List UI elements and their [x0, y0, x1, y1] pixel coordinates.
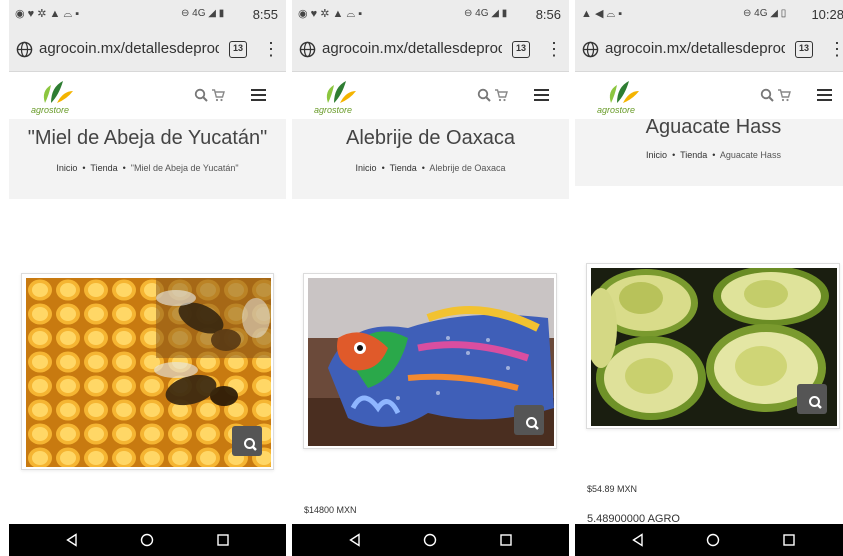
notification-icons: ◉ ♥ ✲ ▲ ⌓ ▪ — [15, 8, 80, 20]
site-header: agrostore — [292, 73, 569, 119]
overflow-menu-icon[interactable]: ⋮ — [262, 39, 280, 59]
screenshot-composite: ◉ ♥ ✲ ▲ ⌓ ▪ ⊖ 4G ◢ ▮ 8:55 agrocoin.mx/de… — [0, 0, 843, 556]
zoom-icon — [244, 438, 257, 451]
page-title-banner: "Miel de Abeja de Yucatán" Inicio • Tien… — [9, 119, 286, 199]
recents-square-icon[interactable] — [216, 533, 230, 547]
hamburger-icon[interactable] — [251, 89, 266, 102]
site-header: agrostore — [9, 73, 286, 119]
status-bar: ▲ ◀ ⌓ ▪ ⊖ 4G ◢ ▯ 10:28 — [575, 0, 843, 28]
back-triangle-icon[interactable] — [65, 533, 79, 547]
phone-screen-aguacate: ▲ ◀ ⌓ ▪ ⊖ 4G ◢ ▯ 10:28 agrocoin.mx/detal… — [575, 0, 843, 556]
globe-icon — [299, 41, 316, 58]
tab-switcher-icon[interactable]: 13 — [512, 41, 530, 58]
breadcrumb: Inicio • Tienda • Alebrije de Oaxaca — [355, 163, 506, 173]
search-icon[interactable] — [760, 88, 774, 102]
signal-icons: ⊖ 4G ◢ ▮ — [464, 8, 508, 19]
search-icon[interactable] — [477, 88, 491, 102]
globe-icon — [582, 41, 599, 58]
product-image-card[interactable] — [303, 273, 557, 449]
network-type: 4G — [475, 8, 489, 19]
status-time: 8:55 — [252, 7, 278, 22]
agrostore-logo[interactable]: agrostore — [314, 79, 366, 115]
recents-square-icon[interactable] — [499, 533, 513, 547]
status-time: 8:56 — [535, 7, 561, 22]
hamburger-icon[interactable] — [817, 89, 832, 102]
site-header: agrostore — [575, 73, 843, 119]
phone-screen-alebrije: ◉ ♥ ✲ ▲ ⌓ ▪ ⊖ 4G ◢ ▮ 8:56 agrocoin.mx/de… — [292, 0, 569, 556]
tab-switcher-icon[interactable]: 13 — [795, 41, 813, 58]
home-circle-icon[interactable] — [140, 533, 154, 547]
zoom-button[interactable] — [797, 384, 827, 414]
system-navigation-bar — [575, 524, 843, 556]
page-title-banner: Alebrije de Oaxaca Inicio • Tienda • Ale… — [292, 119, 569, 199]
product-image-card[interactable] — [586, 263, 840, 429]
breadcrumb-home[interactable]: Inicio — [356, 163, 377, 173]
network-type: 4G — [754, 8, 768, 19]
breadcrumb: Inicio • Tienda • Aguacate Hass — [646, 150, 781, 160]
breadcrumb-home[interactable]: Inicio — [646, 150, 667, 160]
breadcrumb-home[interactable]: Inicio — [56, 163, 77, 173]
search-icon[interactable] — [194, 88, 208, 102]
page-title: Aguacate Hass — [645, 116, 782, 138]
back-triangle-icon[interactable] — [348, 533, 362, 547]
zoom-icon — [809, 396, 822, 409]
zoom-button[interactable] — [232, 426, 262, 456]
logo-text: agrostore — [597, 105, 636, 115]
home-circle-icon[interactable] — [706, 533, 720, 547]
page-title: Alebrije de Oaxaca — [346, 127, 515, 149]
browser-address-bar[interactable]: agrocoin.mx/detallesdeprod 13 ⋮ — [9, 28, 286, 72]
breadcrumb-current: "Miel de Abeja de Yucatán" — [130, 163, 239, 173]
breadcrumb-shop[interactable]: Tienda — [390, 163, 417, 173]
browser-address-bar[interactable]: agrocoin.mx/detallesdeprod 13 ⋮ — [292, 28, 569, 72]
zoom-button[interactable] — [514, 405, 544, 435]
signal-icons: ⊖ 4G ◢ ▯ — [743, 8, 787, 19]
price-mxn: $54.89 MXN — [587, 484, 638, 494]
notification-icons: ◉ ♥ ✲ ▲ ⌓ ▪ — [298, 8, 363, 20]
network-type: 4G — [192, 8, 206, 19]
notification-icons: ▲ ◀ ⌓ ▪ — [581, 8, 623, 20]
status-bar: ◉ ♥ ✲ ▲ ⌓ ▪ ⊖ 4G ◢ ▮ 8:55 — [9, 0, 286, 28]
breadcrumb-current: Alebrije de Oaxaca — [429, 163, 506, 173]
browser-address-bar[interactable]: agrocoin.mx/detallesdeprod 13 ⋮ — [575, 28, 843, 72]
home-circle-icon[interactable] — [423, 533, 437, 547]
overflow-menu-icon[interactable]: ⋮ — [545, 39, 563, 59]
globe-icon — [16, 41, 33, 58]
product-image-card[interactable] — [21, 273, 274, 470]
cart-icon[interactable] — [777, 88, 791, 102]
cart-icon[interactable] — [211, 88, 225, 102]
status-time: 10:28 — [811, 7, 843, 22]
page-title: "Miel de Abeja de Yucatán" — [27, 127, 268, 149]
hamburger-icon[interactable] — [534, 89, 549, 102]
agrostore-logo[interactable]: agrostore — [597, 79, 649, 115]
logo-text: agrostore — [31, 105, 70, 115]
cart-icon[interactable] — [494, 88, 508, 102]
back-triangle-icon[interactable] — [631, 533, 645, 547]
breadcrumb: Inicio • Tienda • "Miel de Abeja de Yuca… — [56, 163, 239, 173]
leaf-logo-icon — [43, 81, 73, 103]
url-text[interactable]: agrocoin.mx/detallesdeprod — [605, 40, 785, 57]
system-navigation-bar — [9, 524, 286, 556]
recents-square-icon[interactable] — [782, 533, 796, 547]
breadcrumb-current: Aguacate Hass — [719, 150, 781, 160]
status-bar: ◉ ♥ ✲ ▲ ⌓ ▪ ⊖ 4G ◢ ▮ 8:56 — [292, 0, 569, 28]
price-mxn: $14800 MXN — [304, 505, 357, 515]
url-text[interactable]: agrocoin.mx/detallesdeprod — [39, 40, 219, 57]
system-navigation-bar — [292, 524, 569, 556]
breadcrumb-shop[interactable]: Tienda — [90, 163, 117, 173]
url-text[interactable]: agrocoin.mx/detallesdeprod — [322, 40, 502, 57]
overflow-menu-icon[interactable]: ⋮ — [828, 39, 843, 59]
page-title-banner: Aguacate Hass Inicio • Tienda • Aguacate… — [575, 116, 843, 186]
agrostore-logo[interactable]: agrostore — [31, 79, 83, 115]
breadcrumb-shop[interactable]: Tienda — [680, 150, 707, 160]
signal-icons: ⊖ 4G ◢ ▮ — [181, 8, 225, 19]
tab-switcher-icon[interactable]: 13 — [229, 41, 247, 58]
leaf-logo-icon — [326, 81, 356, 103]
leaf-logo-icon — [609, 81, 639, 103]
logo-text: agrostore — [314, 105, 353, 115]
phone-screen-honey: ◉ ♥ ✲ ▲ ⌓ ▪ ⊖ 4G ◢ ▮ 8:55 agrocoin.mx/de… — [9, 0, 286, 556]
zoom-icon — [526, 417, 539, 430]
